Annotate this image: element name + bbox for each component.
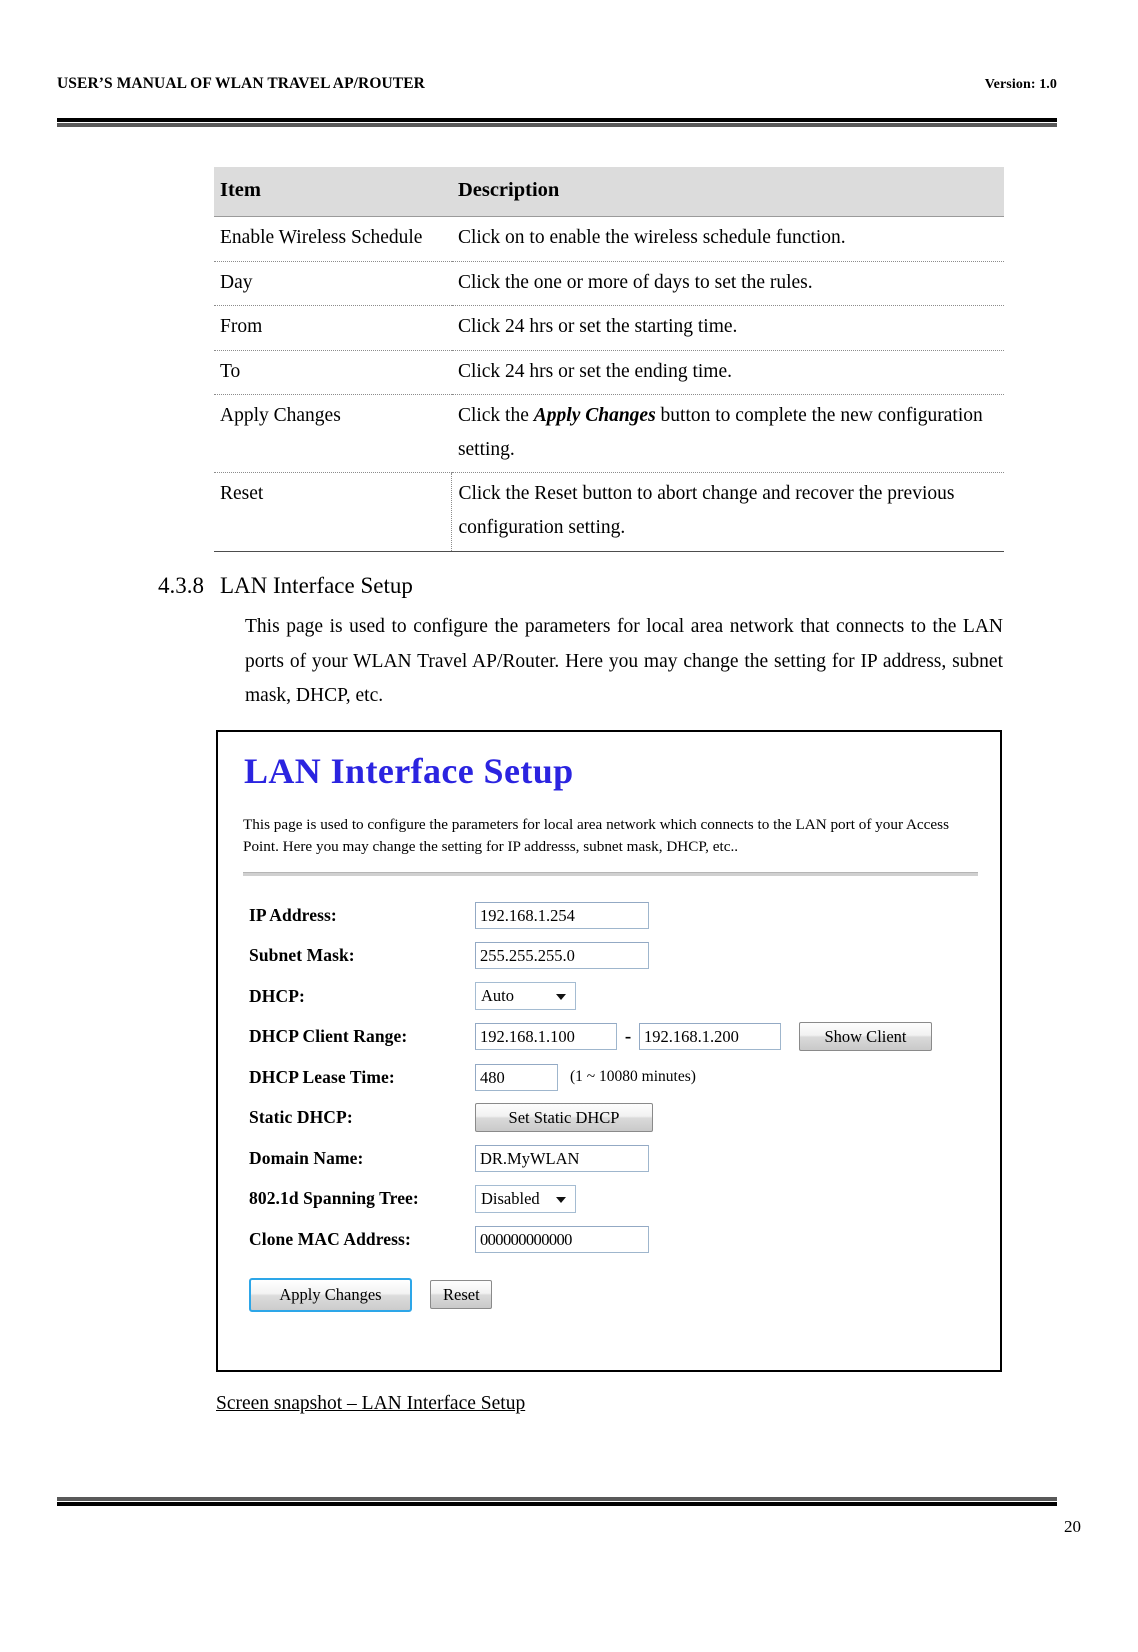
- footer-rule-thin: [57, 1497, 1057, 1501]
- header-rule-thick: [57, 118, 1057, 122]
- column-header-description: Description: [451, 167, 1004, 218]
- reset-button[interactable]: Reset: [430, 1280, 492, 1309]
- domain-name-input[interactable]: DR.MyWLAN: [475, 1144, 649, 1172]
- table-row: Enable Wireless Schedule Click on to ena…: [214, 216, 1004, 262]
- field-row-subnet-mask: Subnet Mask: 255.255.255.0: [218, 936, 1000, 977]
- field-row-clone-mac: Clone MAC Address: 000000000000: [218, 1219, 1000, 1260]
- control-ip-address: 192.168.1.254: [475, 901, 649, 929]
- label-domain-name: Domain Name:: [249, 1147, 364, 1168]
- dhcp-range-start-input[interactable]: 192.168.1.100: [475, 1023, 617, 1051]
- table-row: Apply Changes Click the Apply Changes bu…: [214, 394, 1004, 474]
- desc-text-prefix: Click the: [457, 405, 534, 427]
- dhcp-lease-time-hint: (1 ~ 10080 minutes): [570, 1068, 696, 1086]
- chevron-down-icon: [556, 994, 566, 1001]
- field-row-dhcp-client-range: DHCP Client Range: 192.168.1.100 - 192.1…: [218, 1017, 1000, 1058]
- ip-address-input[interactable]: 192.168.1.254: [475, 901, 649, 929]
- control-dhcp-client-range: 192.168.1.100 - 192.168.1.200 Show Clien…: [475, 1022, 932, 1052]
- form-actions: Apply Changes Reset: [218, 1277, 1000, 1312]
- section-number: 4.3.8: [158, 573, 204, 598]
- item-description-table: Item Description Enable Wireless Schedul…: [214, 167, 1004, 552]
- label-dhcp-lease-time: DHCP Lease Time:: [249, 1066, 395, 1087]
- cell-description: Click the one or more of days to set the…: [451, 261, 1004, 307]
- field-row-ip-address: IP Address: 192.168.1.254: [218, 895, 1000, 936]
- dhcp-lease-time-input[interactable]: 480: [475, 1063, 558, 1091]
- document-header: USER’S MANUAL OF WLAN TRAVEL AP/ROUTER V…: [57, 75, 1057, 93]
- cell-item: Day: [214, 261, 452, 307]
- footer-rule: [57, 1497, 1057, 1506]
- column-header-item: Item: [214, 167, 452, 218]
- field-row-dhcp: DHCP: Auto: [218, 976, 1000, 1017]
- cell-description: Click the Apply Changes button to comple…: [451, 394, 1004, 474]
- cell-item: Reset: [214, 472, 452, 552]
- field-row-static-dhcp: Static DHCP: Set Static DHCP: [218, 1098, 1000, 1139]
- control-dhcp: Auto: [475, 982, 576, 1011]
- cell-item: Apply Changes: [214, 394, 452, 474]
- dhcp-select-value: Auto: [481, 986, 514, 1006]
- cell-item: From: [214, 305, 452, 351]
- label-subnet-mask: Subnet Mask:: [249, 945, 355, 966]
- router-screenshot: LAN Interface Setup This page is used to…: [216, 730, 1002, 1372]
- apply-changes-button[interactable]: Apply Changes: [249, 1277, 412, 1312]
- spanning-tree-select[interactable]: Disabled: [475, 1184, 576, 1213]
- router-divider: [243, 872, 978, 876]
- table-row: Day Click the one or more of days to set…: [214, 261, 1004, 307]
- desc-emphasis: Apply Changes: [533, 405, 656, 427]
- section-heading: 4.3.8 LAN Interface Setup: [158, 573, 413, 599]
- section-title: LAN Interface Setup: [220, 573, 413, 598]
- dhcp-select[interactable]: Auto: [475, 982, 576, 1011]
- table-row: Reset Click the Reset button to abort ch…: [214, 472, 1004, 552]
- range-separator: -: [624, 1026, 632, 1048]
- control-dhcp-lease-time: 480 (1 ~ 10080 minutes): [475, 1063, 696, 1091]
- footer-rule-thick: [57, 1502, 1057, 1506]
- set-static-dhcp-button[interactable]: Set Static DHCP: [475, 1103, 653, 1133]
- control-domain-name: DR.MyWLAN: [475, 1144, 649, 1172]
- label-spanning-tree: 802.1d Spanning Tree:: [249, 1188, 419, 1209]
- control-static-dhcp: Set Static DHCP: [475, 1103, 653, 1133]
- control-spanning-tree: Disabled: [475, 1184, 576, 1213]
- field-row-spanning-tree: 802.1d Spanning Tree: Disabled: [218, 1179, 1000, 1220]
- router-page-description: This page is used to configure the param…: [243, 816, 949, 856]
- page-number: 20: [1064, 1517, 1081, 1536]
- control-clone-mac-address: 000000000000: [475, 1225, 649, 1253]
- label-dhcp: DHCP:: [249, 985, 305, 1006]
- dhcp-range-end-input[interactable]: 192.168.1.200: [639, 1023, 781, 1051]
- table-header-row: Item Description: [214, 167, 1004, 218]
- spanning-tree-select-value: Disabled: [481, 1188, 540, 1208]
- table-row: From Click 24 hrs or set the starting ti…: [214, 305, 1004, 351]
- section-body-text: This page is used to configure the param…: [245, 616, 1003, 707]
- label-dhcp-client-range: DHCP Client Range:: [249, 1026, 408, 1047]
- cell-item: To: [214, 350, 452, 396]
- manual-version: Version: 1.0: [984, 77, 1057, 92]
- table-row: To Click 24 hrs or set the ending time.: [214, 350, 1004, 396]
- control-subnet-mask: 255.255.255.0: [475, 942, 649, 970]
- field-row-domain-name: Domain Name: DR.MyWLAN: [218, 1138, 1000, 1179]
- manual-title: USER’S MANUAL OF WLAN TRAVEL AP/ROUTER: [57, 75, 425, 92]
- cell-item: Enable Wireless Schedule: [214, 216, 452, 262]
- clone-mac-address-input[interactable]: 000000000000: [475, 1225, 649, 1253]
- header-rule: [57, 118, 1057, 127]
- field-row-dhcp-lease-time: DHCP Lease Time: 480 (1 ~ 10080 minutes): [218, 1057, 1000, 1098]
- label-ip-address: IP Address:: [249, 904, 337, 925]
- document-page: USER’S MANUAL OF WLAN TRAVEL AP/ROUTER V…: [0, 0, 1138, 1652]
- label-clone-mac-address: Clone MAC Address:: [249, 1228, 411, 1249]
- label-static-dhcp: Static DHCP:: [249, 1107, 353, 1128]
- cell-description: Click 24 hrs or set the ending time.: [451, 350, 1004, 396]
- cell-description: Click 24 hrs or set the starting time.: [451, 305, 1004, 351]
- subnet-mask-input[interactable]: 255.255.255.0: [475, 942, 649, 970]
- show-client-button[interactable]: Show Client: [799, 1022, 932, 1052]
- figure-caption: Screen snapshot – LAN Interface Setup: [216, 1393, 526, 1414]
- chevron-down-icon: [556, 1196, 566, 1203]
- header-rule-thin: [57, 123, 1057, 127]
- router-page-title: LAN Interface Setup: [244, 751, 574, 791]
- cell-description: Click on to enable the wireless schedule…: [451, 216, 1004, 262]
- cell-description: Click the Reset button to abort change a…: [451, 472, 1004, 552]
- lan-settings-form: IP Address: 192.168.1.254 Subnet Mask: 2…: [218, 895, 1000, 1312]
